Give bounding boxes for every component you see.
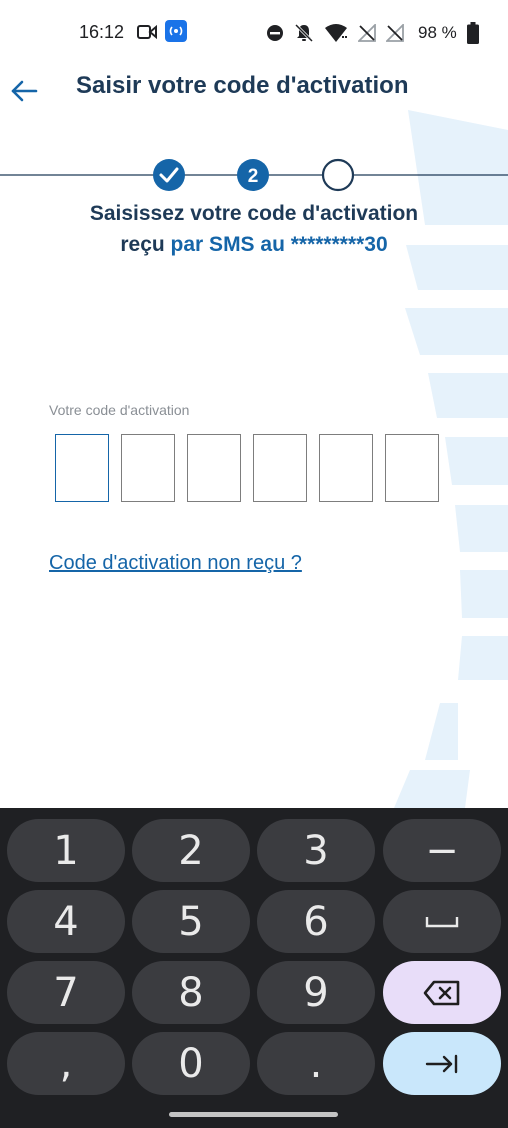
key-1[interactable]: 1 — [7, 819, 125, 882]
broadcast-icon — [165, 20, 187, 42]
key-7[interactable]: 7 — [7, 961, 125, 1024]
key-3[interactable]: 3 — [257, 819, 375, 882]
key-minus[interactable]: − — [383, 819, 501, 882]
instructions-prefix: reçu — [120, 233, 171, 256]
status-icons: 98 % — [266, 20, 479, 46]
code-digit-6[interactable] — [385, 434, 439, 502]
code-digit-2[interactable] — [121, 434, 175, 502]
status-bar: 16:12 98 % — [0, 0, 508, 66]
step-2-label: 2 — [248, 166, 259, 187]
code-digit-4[interactable] — [253, 434, 307, 502]
phone-number: par SMS au *********30 — [170, 233, 388, 256]
resend-code-link[interactable]: Code d'activation non reçu ? — [49, 552, 302, 575]
key-0[interactable]: 0 — [132, 1032, 250, 1095]
key-comma[interactable]: , — [7, 1032, 125, 1095]
backspace-icon — [423, 980, 460, 1005]
space-bar-icon — [425, 916, 459, 927]
step-1-done — [153, 159, 185, 191]
no-signal-icon-2 — [386, 24, 404, 42]
step-3-pending — [321, 158, 355, 192]
key-5[interactable]: 5 — [132, 890, 250, 953]
instructions-line-2: reçu par SMS au *********30 — [0, 229, 508, 260]
numeric-keyboard: 1 2 3 − 4 5 6 7 8 9 , 0 . — [0, 808, 508, 1128]
instructions: Saisissez votre code d'activation reçu p… — [0, 198, 508, 260]
key-period[interactable]: . — [257, 1032, 375, 1095]
bell-off-icon — [294, 23, 314, 43]
arrow-left-icon[interactable] — [8, 74, 42, 108]
battery-icon — [466, 22, 479, 44]
video-camera-icon — [137, 24, 157, 40]
key-next[interactable] — [383, 1032, 501, 1095]
key-8[interactable]: 8 — [132, 961, 250, 1024]
key-9[interactable]: 9 — [257, 961, 375, 1024]
tab-next-icon — [425, 1054, 458, 1073]
code-digit-5[interactable] — [319, 434, 373, 502]
code-label: Votre code d'activation — [49, 402, 190, 418]
code-input-row — [55, 434, 439, 502]
step-2-current: 2 — [237, 159, 269, 191]
progress-stepper: 2 — [0, 158, 508, 192]
key-backspace[interactable] — [383, 961, 501, 1024]
key-6[interactable]: 6 — [257, 890, 375, 953]
key-2[interactable]: 2 — [132, 819, 250, 882]
app-bar: Saisir votre code d'activation — [0, 66, 508, 116]
page-title: Saisir votre code d'activation — [76, 72, 409, 99]
instructions-line-1: Saisissez votre code d'activation — [89, 202, 419, 225]
code-digit-1[interactable] — [55, 434, 109, 502]
battery-percent: 98 % — [418, 23, 457, 42]
do-not-disturb-icon — [267, 25, 283, 41]
no-signal-icon — [358, 24, 376, 42]
gesture-handle[interactable] — [169, 1112, 338, 1117]
key-space[interactable] — [383, 890, 501, 953]
wifi-icon — [325, 24, 347, 42]
status-time: 16:12 — [79, 22, 125, 42]
code-digit-3[interactable] — [187, 434, 241, 502]
key-4[interactable]: 4 — [7, 890, 125, 953]
